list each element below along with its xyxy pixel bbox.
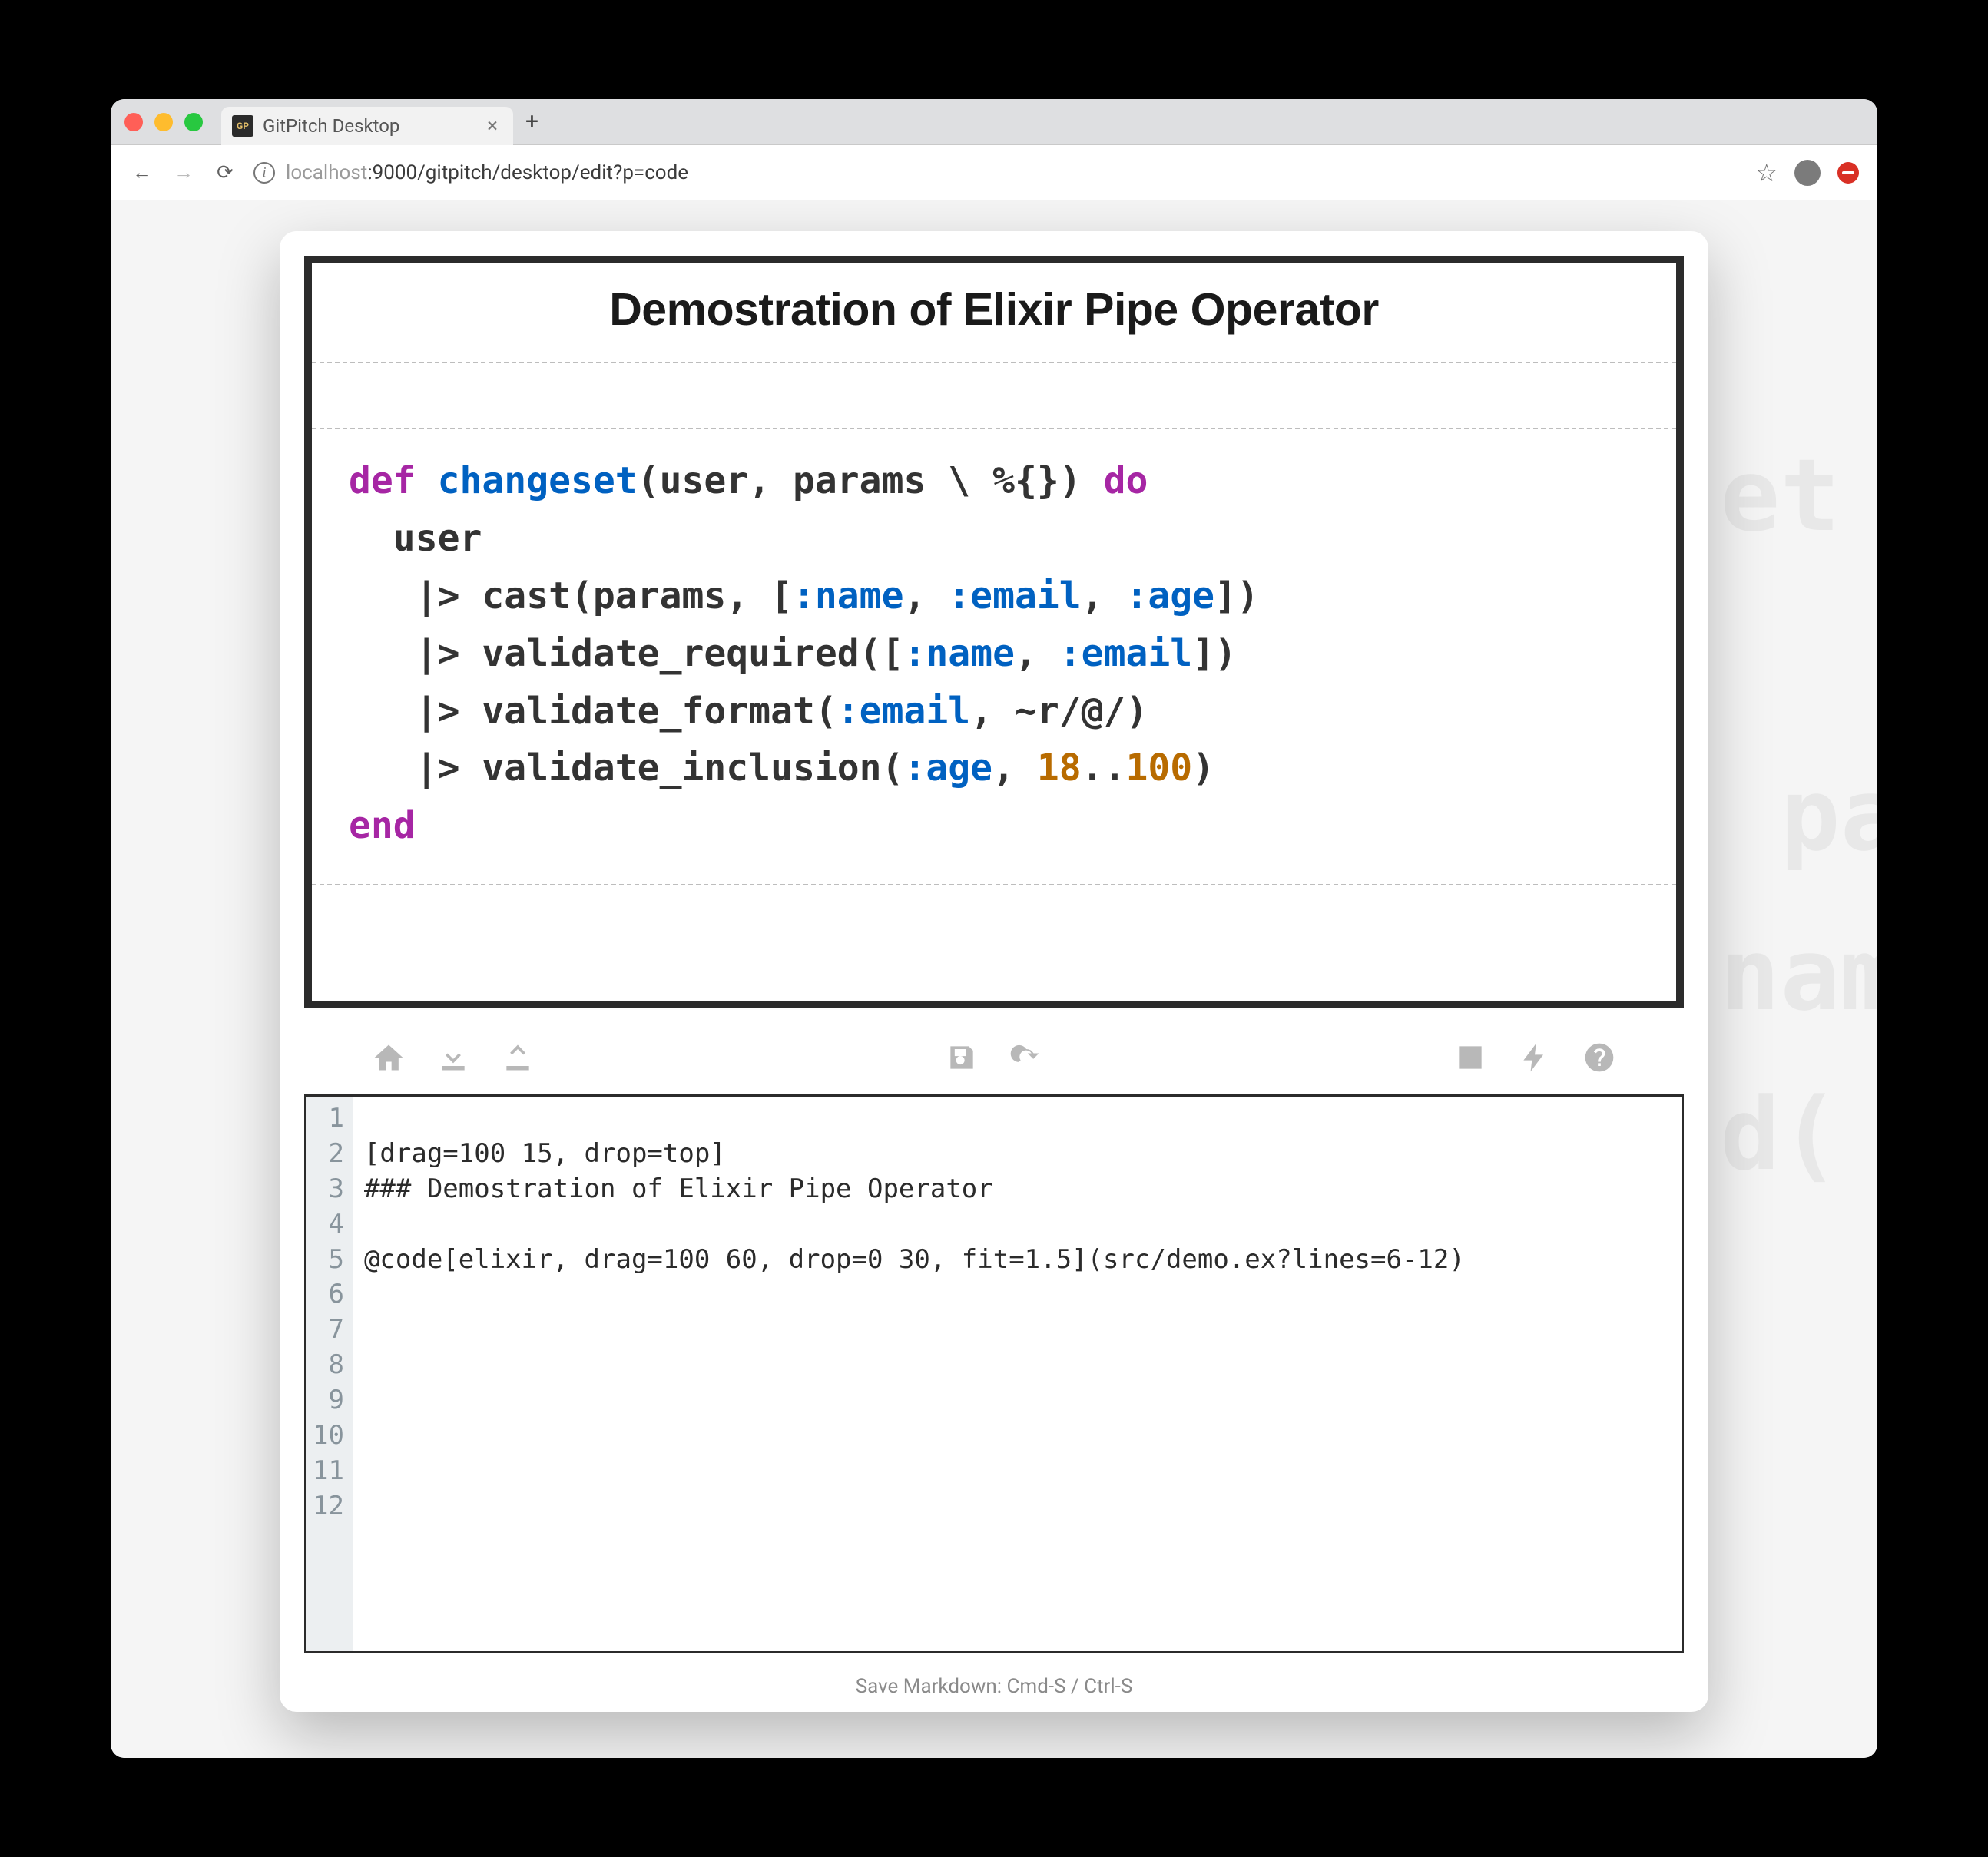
browser-tab[interactable]: GP GitPitch Desktop × <box>221 107 513 145</box>
code-token: changeset <box>416 459 638 502</box>
extension-icon[interactable] <box>1837 162 1859 184</box>
url-bar: ← → ⟳ i localhost:9000/gitpitch/desktop/… <box>111 145 1877 200</box>
code-token: , <box>1082 574 1126 617</box>
code-token: :age <box>903 746 992 789</box>
traffic-lights <box>124 113 203 131</box>
slide-code-block: def changeset(user, params \ %{}) do use… <box>312 428 1676 885</box>
image-icon[interactable] <box>1453 1041 1487 1074</box>
code-token: user <box>349 517 482 560</box>
site-info-icon[interactable]: i <box>253 162 275 184</box>
code-token: :email <box>837 690 970 733</box>
code-token: do <box>1104 459 1148 502</box>
code-token: end <box>349 804 416 847</box>
help-icon[interactable] <box>1582 1041 1616 1074</box>
download-icon[interactable] <box>436 1041 470 1074</box>
toolbar-group-right <box>1453 1041 1616 1074</box>
back-button[interactable]: ← <box>129 161 155 184</box>
code-token: |> validate_inclusion( <box>349 746 903 789</box>
reload-button[interactable]: ⟳ <box>212 161 238 184</box>
upload-icon[interactable] <box>501 1041 535 1074</box>
slide-preview: Demostration of Elixir Pipe Operator def… <box>304 256 1684 1008</box>
minimize-window-button[interactable] <box>154 113 173 131</box>
code-token: def <box>349 459 416 502</box>
slide-title-zone: Demostration of Elixir Pipe Operator <box>312 263 1676 363</box>
status-bar: Save Markdown: Cmd-S / Ctrl-S <box>280 1667 1708 1712</box>
code-token: :email <box>948 574 1081 617</box>
code-token: (user, params \ %{}) <box>638 459 1104 502</box>
code-token: 18 <box>1037 746 1082 789</box>
code-token: .. <box>1082 746 1126 789</box>
background-ghost-code: et pa nam d( <box>1720 415 1877 1214</box>
code-token: ) <box>1192 746 1214 789</box>
slide-title: Demostration of Elixir Pipe Operator <box>327 283 1661 336</box>
code-token: |> cast(params, [ <box>349 574 793 617</box>
forward-button[interactable]: → <box>171 161 197 184</box>
code-token: :name <box>793 574 904 617</box>
editor-toolbar <box>280 1033 1708 1091</box>
window-titlebar: GP GitPitch Desktop × + <box>111 99 1877 145</box>
code-token: , <box>992 746 1037 789</box>
refresh-icon[interactable] <box>1009 1041 1043 1074</box>
url-path: /gitpitch/desktop/edit?p=code <box>417 161 688 184</box>
code-token: ]) <box>1214 574 1259 617</box>
save-icon[interactable] <box>945 1041 979 1074</box>
editor-code-area[interactable]: [drag=100 15, drop=top] ### Demostration… <box>353 1097 1476 1651</box>
bolt-icon[interactable] <box>1518 1041 1552 1074</box>
tab-favicon: GP <box>232 115 253 137</box>
code-token: , ~r/@/) <box>970 690 1148 733</box>
home-icon[interactable] <box>372 1041 406 1074</box>
toolbar-group-left <box>372 1041 535 1074</box>
markdown-editor[interactable]: 1 2 3 4 5 6 7 8 9 10 11 12 [drag=100 15,… <box>304 1094 1684 1653</box>
code-token: , <box>1015 632 1059 675</box>
toolbar-group-center <box>945 1041 1043 1074</box>
page-content: et pa nam d( Demostration of Elixir Pipe… <box>111 200 1877 1758</box>
profile-avatar-icon[interactable] <box>1794 160 1821 186</box>
code-token: 100 <box>1125 746 1192 789</box>
new-tab-button[interactable]: + <box>525 108 538 135</box>
tab-title: GitPitch Desktop <box>263 115 399 137</box>
close-tab-icon[interactable]: × <box>487 114 498 137</box>
maximize-window-button[interactable] <box>184 113 203 131</box>
url-port: :9000 <box>367 161 417 184</box>
close-window-button[interactable] <box>124 113 143 131</box>
code-token: |> validate_format( <box>349 690 837 733</box>
line-number-gutter: 1 2 3 4 5 6 7 8 9 10 11 12 <box>306 1097 353 1651</box>
code-token: :email <box>1059 632 1192 675</box>
code-token: :age <box>1125 574 1214 617</box>
code-token: ]) <box>1192 632 1237 675</box>
code-token: , <box>903 574 948 617</box>
editor-card: Demostration of Elixir Pipe Operator def… <box>280 231 1708 1712</box>
code-token: :name <box>903 632 1015 675</box>
code-token: |> validate_required([ <box>349 632 903 675</box>
bookmark-star-icon[interactable]: ☆ <box>1755 158 1778 187</box>
url-host: localhost <box>286 161 367 184</box>
url-field[interactable]: i localhost:9000/gitpitch/desktop/edit?p… <box>253 161 1740 184</box>
browser-window: GP GitPitch Desktop × + ← → ⟳ i localhos… <box>111 99 1877 1758</box>
